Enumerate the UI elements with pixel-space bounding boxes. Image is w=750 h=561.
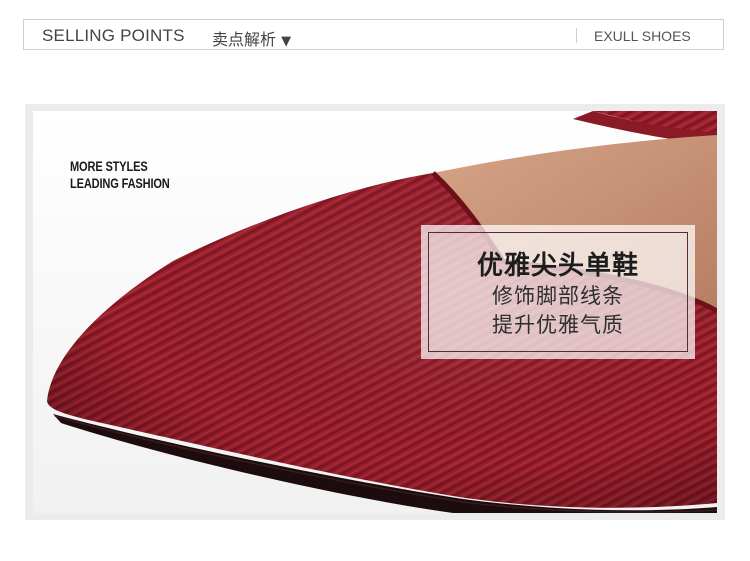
product-photo-frame: MORE STYLES LEADING FASHION 优雅尖头单鞋 修饰脚部线… [25,104,725,520]
feature-line-1: 修饰脚部线条 [492,284,624,308]
tagline: MORE STYLES LEADING FASHION [70,158,170,192]
feature-caption: 优雅尖头单鞋 修饰脚部线条 提升优雅气质 [421,225,695,359]
section-subtitle[interactable]: 卖点解析 ▼ [212,26,291,50]
section-header: SELLING POINTS 卖点解析 ▼ EXULL SHOES [23,19,724,50]
dropdown-arrow-icon: ▼ [281,34,292,49]
tagline-line-1: MORE STYLES [70,159,148,174]
feature-caption-border: 优雅尖头单鞋 修饰脚部线条 提升优雅气质 [428,232,688,352]
product-photo: MORE STYLES LEADING FASHION 优雅尖头单鞋 修饰脚部线… [33,111,717,513]
tagline-line-2: LEADING FASHION [70,176,170,191]
brand-name: EXULL SHOES [594,28,691,44]
feature-title: 优雅尖头单鞋 [476,251,639,281]
section-subtitle-label: 卖点解析 [212,30,277,49]
feature-line-2: 提升优雅气质 [492,313,624,337]
header-divider [576,28,577,43]
section-title: SELLING POINTS [42,26,185,45]
